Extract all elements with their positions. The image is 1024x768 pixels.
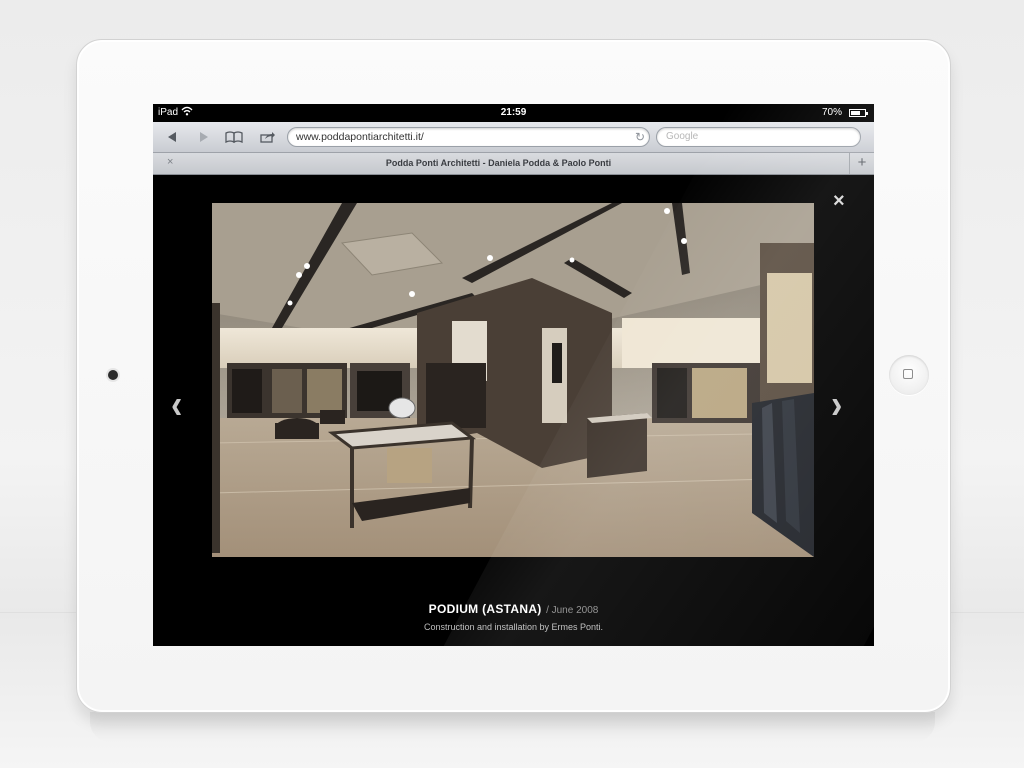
url-text: www.poddapontiarchitetti.it/ — [296, 131, 424, 143]
battery-fill — [851, 111, 861, 115]
gallery-close-icon[interactable]: × — [833, 190, 845, 213]
back-arrow-icon[interactable] — [161, 127, 183, 147]
screen: iPad 21:59 70% www.poddapontiarchitetti.… — [153, 104, 874, 646]
reload-icon[interactable]: ↻ — [635, 130, 645, 144]
status-bar: iPad 21:59 70% — [153, 104, 874, 122]
page-content: × ‹ › PODIUM (ASTANA) / June 2008 Constr… — [153, 175, 874, 646]
device-reflection — [90, 712, 935, 742]
status-time: 21:59 — [500, 107, 527, 118]
caption-title: PODIUM (ASTANA) — [428, 602, 542, 616]
browser-toolbar: www.poddapontiarchitetti.it/ ↻ Google — [153, 122, 874, 153]
caption-subtitle: Construction and installation by Ermes P… — [423, 622, 604, 632]
share-icon[interactable] — [257, 127, 279, 147]
battery-icon — [849, 109, 868, 117]
search-placeholder: Google — [666, 131, 699, 142]
forward-arrow-icon[interactable] — [193, 127, 215, 147]
gallery-photo — [212, 203, 814, 557]
next-arrow-icon[interactable]: › — [831, 382, 842, 429]
caption-date: / June 2008 — [546, 605, 599, 616]
home-square-icon — [903, 369, 913, 379]
search-input[interactable]: Google — [656, 127, 861, 147]
previous-arrow-icon[interactable]: ‹ — [171, 382, 182, 429]
tab-title[interactable]: Podda Ponti Architetti - Daniela Podda &… — [153, 158, 844, 168]
new-tab-icon[interactable]: + — [849, 153, 874, 174]
battery-percentage: 70% — [821, 107, 842, 118]
photo-caption: PODIUM (ASTANA) / June 2008 Construction… — [153, 600, 874, 632]
url-field[interactable]: www.poddapontiarchitetti.it/ ↻ — [287, 127, 650, 147]
home-button[interactable] — [889, 355, 929, 395]
camera-icon — [108, 370, 118, 380]
tab-bar: × Podda Ponti Architetti - Daniela Podda… — [153, 153, 874, 175]
book-icon[interactable] — [223, 127, 245, 147]
